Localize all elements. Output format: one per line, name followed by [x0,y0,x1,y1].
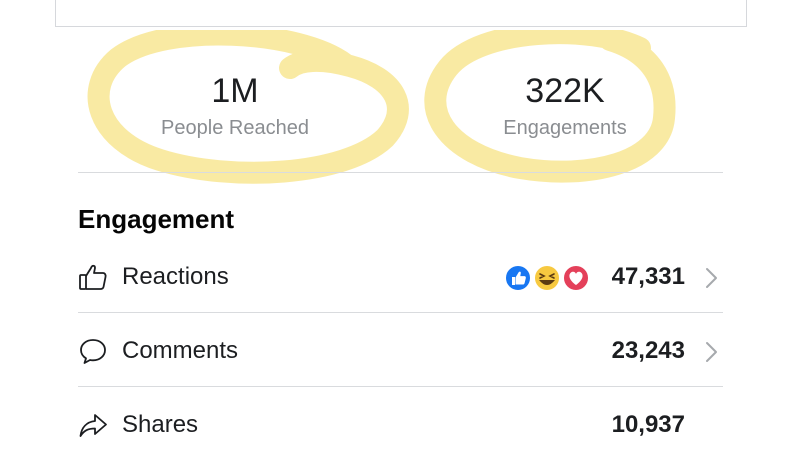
highlighter-circles [87,30,676,184]
divider [78,386,723,387]
engagements-stat: 322K Engagements [460,74,670,140]
reactions-row[interactable]: Reactions 47,331 [78,256,723,296]
engagement-section-title: Engagement [78,204,235,234]
comments-row[interactable]: Comments 23,243 [78,330,723,370]
comments-count: 23,243 [611,337,685,364]
like-reaction-icon [504,264,532,292]
stats-summary: 1M People Reached 322K Engagements [0,30,800,184]
engagements-value: 322K [525,72,605,110]
reactions-label: Reactions [122,263,229,290]
previous-card-edge [55,0,747,27]
divider [78,312,723,313]
divider [78,172,723,173]
reactions-count: 47,331 [611,263,685,290]
shares-label: Shares [122,411,199,438]
shares-row[interactable]: Shares 10,937 [78,404,723,444]
shares-count: 10,937 [611,411,685,438]
people-reached-label: People Reached [161,117,309,139]
chevron-right-icon[interactable] [703,267,719,289]
chevron-right-icon[interactable] [703,341,719,363]
haha-reaction-icon [533,264,561,292]
reaction-icons [504,264,590,292]
people-reached-value: 1M [211,72,259,110]
people-reached-stat: 1M People Reached [130,74,340,140]
comments-label: Comments [122,337,239,364]
share-icon [79,414,107,437]
thumbs-up-icon [79,264,107,290]
love-reaction-icon [562,264,590,292]
comment-icon [80,339,106,364]
engagements-label: Engagements [503,117,627,139]
